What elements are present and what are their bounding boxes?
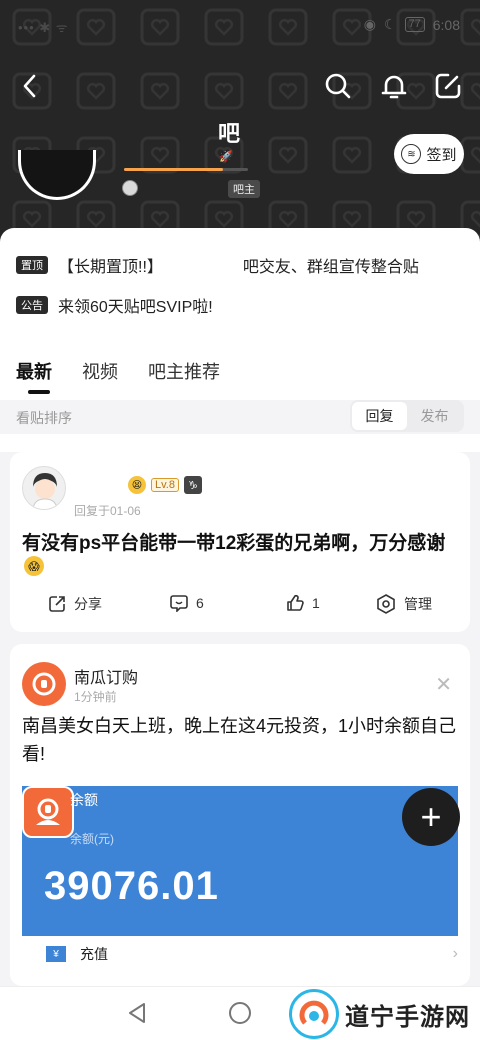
ad-recharge-label: 充值 (80, 946, 108, 962)
feed-tabs: 最新 视频 吧主推荐 (16, 358, 220, 394)
ad-text[interactable]: 南昌美女白天上班，晚上在这4元投资，1小时余额自己看! (22, 712, 462, 768)
tab-latest[interactable]: 最新 (16, 358, 52, 394)
back-icon[interactable] (10, 66, 50, 106)
ad-image-title: 余额 (70, 792, 98, 808)
level-badge: Lv.8 (151, 478, 179, 492)
comment-button[interactable]: 6 (170, 594, 204, 612)
bell-icon[interactable] (374, 66, 414, 106)
yen-icon: ¥ (46, 946, 66, 962)
post-card[interactable]: 😫 Lv.8 ♑ 回复于01-06 有没有ps平台能带一带12彩蛋的兄弟啊，万分… (10, 452, 470, 632)
announcement-tag: 公告 (16, 296, 48, 314)
search-icon[interactable] (318, 66, 358, 106)
pinned-notice[interactable]: 置顶 【长期置顶!!】 吧交友、群组宣传整合贴 (16, 253, 419, 277)
tab-admin-picks[interactable]: 吧主推荐 (148, 358, 220, 384)
new-post-button[interactable]: + (402, 788, 460, 846)
share-button[interactable]: 分享 (48, 594, 102, 614)
user-avatar[interactable] (22, 466, 66, 510)
ad-balance-amount: 39076.01 (44, 864, 219, 908)
sort-option-reply[interactable]: 回复 (352, 402, 407, 430)
ad-image-subtitle: 余额(元) (70, 832, 114, 846)
manage-label: 管理 (404, 596, 432, 612)
nav-back-icon[interactable] (126, 1001, 148, 1025)
rocket-icon: 🚀 (219, 151, 233, 163)
level-progress-bar (124, 168, 248, 171)
announcement-text: 来领60天贴吧SVIP啦! (58, 299, 213, 316)
settings-hex-icon (377, 594, 395, 614)
pinned-text-tail: 吧交友、群组宣传整合贴 (242, 259, 419, 276)
admin-tag: 吧主 (228, 180, 260, 198)
pinned-text: 【长期置顶!!】 (58, 259, 163, 276)
pinned-tag: 置顶 (16, 256, 48, 274)
sort-toggle: 回复 发布 (350, 400, 464, 432)
forum-name: 吧 (218, 121, 241, 146)
watermark-logo-icon (289, 989, 339, 1039)
share-icon (49, 596, 65, 612)
ad-card[interactable]: 南瓜订购 1分钟前 ✕ 南昌美女白天上班，晚上在这4元投资，1小时余额自己看! … (10, 644, 470, 986)
comment-icon (170, 595, 188, 612)
close-icon[interactable]: ✕ (435, 672, 452, 697)
ad-advertiser-name[interactable]: 南瓜订购 (74, 664, 138, 688)
ad-logo-icon[interactable] (22, 662, 66, 706)
emoji-badge-icon: 😫 (128, 476, 146, 494)
zodiac-icon: ♑ (183, 476, 202, 494)
signin-button[interactable]: ≋ 签到 (394, 134, 464, 174)
battery-icon: 77 (404, 17, 425, 32)
ad-image[interactable]: 余额 余额(元) 39076.01 (22, 786, 458, 936)
status-bar: ••• ✱ ᯤ ◉ ☾ 77 6:08 (0, 12, 480, 40)
level-progress-fill (124, 168, 224, 171)
moon-icon: ☾ (383, 16, 397, 32)
emoji-icon: 😱 (24, 556, 44, 576)
pumpkin-logo-icon (22, 786, 74, 838)
nav-home-icon[interactable] (228, 1001, 252, 1025)
sort-option-publish[interactable]: 发布 (407, 402, 462, 430)
ad-recharge-row[interactable]: ¥ 充值 › (46, 944, 458, 964)
post-title[interactable]: 有没有ps平台能带一带12彩蛋的兄弟啊，万分感谢 (22, 530, 462, 558)
share-label: 分享 (74, 596, 102, 612)
like-button[interactable]: 1 (286, 594, 320, 612)
system-nav-bar: 道宁手游网 (0, 986, 480, 1040)
signin-icon: ≋ (401, 144, 422, 164)
eye-icon: ◉ (363, 16, 376, 32)
watermark-text: 道宁手游网 (345, 1003, 470, 1031)
status-time: 6:08 (432, 16, 460, 33)
like-count: 1 (312, 595, 320, 611)
announcement-notice[interactable]: 公告 来领60天贴吧SVIP啦! (16, 293, 213, 317)
edit-icon[interactable] (428, 66, 468, 106)
forum-header: ••• ✱ ᯤ ◉ ☾ 77 6:08 吧 🚀 吧主 ≋ 签到 (0, 0, 480, 260)
post-reply-time: 回复于01-06 (74, 504, 141, 518)
thumbs-up-icon (287, 594, 304, 611)
chevron-right-icon: › (452, 945, 458, 962)
signin-label: 签到 (426, 146, 457, 164)
post-actions: 分享 6 1 管理 (10, 594, 470, 622)
manage-button[interactable]: 管理 (376, 594, 432, 614)
ad-time: 1分钟前 (74, 690, 117, 704)
status-signal: ••• ✱ ᯤ (18, 20, 69, 35)
watermark: 道宁手游网 (289, 989, 470, 1039)
user-badges: 😫 Lv.8 ♑ (128, 476, 202, 494)
sort-label: 看贴排序 (16, 410, 72, 426)
admin-avatar[interactable] (122, 180, 138, 196)
comment-count: 6 (196, 595, 204, 611)
sort-row: 看贴排序 回复 发布 (0, 400, 480, 434)
tab-video[interactable]: 视频 (82, 358, 118, 384)
